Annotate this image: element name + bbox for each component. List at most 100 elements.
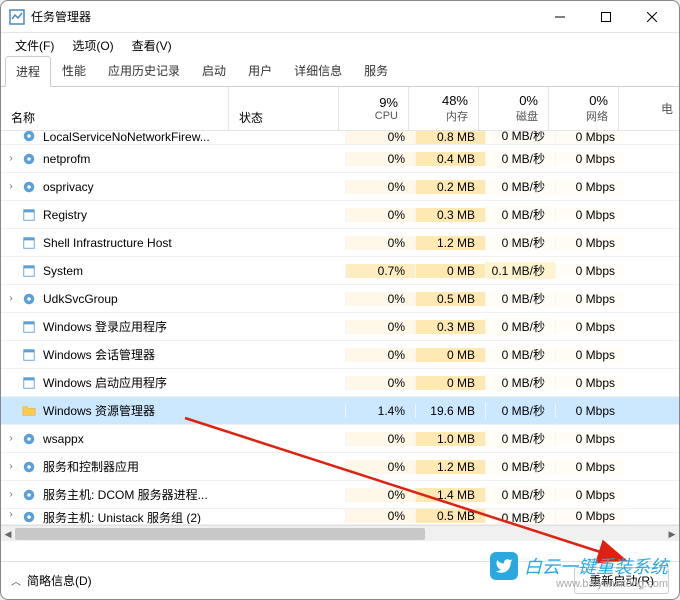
process-icon [21, 319, 37, 335]
memory-value: 0 MB [415, 348, 485, 362]
process-row[interactable]: ›服务和控制器应用0%1.2 MB0 MB/秒0 Mbps [1, 453, 679, 481]
process-icon [21, 375, 37, 391]
cpu-value: 0% [345, 376, 415, 390]
process-row[interactable]: ›wsappx0%1.0 MB0 MB/秒0 Mbps [1, 425, 679, 453]
cpu-value: 1.4% [345, 404, 415, 418]
col-status[interactable]: 状态 [229, 87, 339, 130]
process-row[interactable]: Shell Infrastructure Host0%1.2 MB0 MB/秒0… [1, 229, 679, 257]
process-row[interactable]: ›UdkSvcGroup0%0.5 MB0 MB/秒0 Mbps [1, 285, 679, 313]
process-row[interactable]: System0.7%0 MB0.1 MB/秒0 Mbps [1, 257, 679, 285]
network-value: 0 Mbps [555, 292, 625, 306]
process-icon [21, 431, 37, 447]
process-icon [21, 151, 37, 167]
process-icon [21, 403, 37, 419]
expander-icon[interactable]: › [1, 509, 21, 520]
network-value: 0 Mbps [555, 404, 625, 418]
process-icon [21, 347, 37, 363]
network-value: 0 Mbps [555, 432, 625, 446]
disk-value: 0 MB/秒 [485, 374, 555, 391]
process-row[interactable]: Windows 会话管理器0%0 MB0 MB/秒0 Mbps [1, 341, 679, 369]
col-cpu[interactable]: 9%CPU [339, 87, 409, 130]
disk-value: 0 MB/秒 [485, 318, 555, 335]
col-tail[interactable]: 电 [619, 87, 679, 130]
memory-value: 0 MB [415, 376, 485, 390]
titlebar[interactable]: 任务管理器 [1, 1, 679, 33]
memory-value: 0 MB [415, 264, 485, 278]
process-icon [21, 235, 37, 251]
maximize-button[interactable] [583, 2, 629, 32]
fewer-details-button[interactable]: ︿ 简略信息(D) [11, 572, 92, 589]
process-row[interactable]: ›服务主机: Unistack 服务组 (2)0%0.5 MB0 MB/秒0 M… [1, 509, 679, 525]
network-value: 0 Mbps [555, 509, 625, 523]
process-name: Registry [43, 208, 235, 222]
process-icon [21, 179, 37, 195]
cpu-value: 0% [345, 180, 415, 194]
tab-startup[interactable]: 启动 [191, 55, 237, 86]
disk-value: 0 MB/秒 [485, 206, 555, 223]
restart-button[interactable]: 重新启动(R) [574, 567, 669, 594]
process-row[interactable]: ›netprofm0%0.4 MB0 MB/秒0 Mbps [1, 145, 679, 173]
memory-value: 0.8 MB [415, 131, 485, 144]
menu-options[interactable]: 选项(O) [64, 35, 121, 56]
expander-icon[interactable]: › [1, 293, 21, 304]
process-row[interactable]: Windows 启动应用程序0%0 MB0 MB/秒0 Mbps [1, 369, 679, 397]
cpu-value: 0.7% [345, 264, 415, 278]
tab-services[interactable]: 服务 [353, 55, 399, 86]
menu-file[interactable]: 文件(F) [7, 35, 62, 56]
scroll-thumb[interactable] [15, 528, 425, 540]
expander-icon[interactable]: › [1, 433, 21, 444]
process-name: wsappx [43, 432, 235, 446]
memory-value: 1.4 MB [415, 488, 485, 502]
cpu-value: 0% [345, 236, 415, 250]
network-value: 0 Mbps [555, 236, 625, 250]
process-row[interactable]: LocalServiceNoNetworkFirew...0%0.8 MB0 M… [1, 131, 679, 145]
process-name: Windows 启动应用程序 [43, 374, 235, 391]
menu-view[interactable]: 查看(V) [124, 35, 180, 56]
horizontal-scrollbar[interactable]: ◀ ▶ [1, 525, 679, 541]
tab-performance[interactable]: 性能 [51, 55, 97, 86]
process-row[interactable]: ›服务主机: DCOM 服务器进程...0%1.4 MB0 MB/秒0 Mbps [1, 481, 679, 509]
disk-value: 0 MB/秒 [485, 234, 555, 251]
tab-details[interactable]: 详细信息 [283, 55, 353, 86]
disk-value: 0 MB/秒 [485, 486, 555, 503]
memory-value: 0.2 MB [415, 180, 485, 194]
tabbar: 进程 性能 应用历史记录 启动 用户 详细信息 服务 [1, 57, 679, 87]
process-grid: LocalServiceNoNetworkFirew...0%0.8 MB0 M… [1, 131, 679, 561]
close-button[interactable] [629, 2, 675, 32]
tab-users[interactable]: 用户 [237, 55, 283, 86]
process-name: Windows 会话管理器 [43, 346, 235, 363]
minimize-button[interactable] [537, 2, 583, 32]
process-row[interactable]: Windows 登录应用程序0%0.3 MB0 MB/秒0 Mbps [1, 313, 679, 341]
col-disk[interactable]: 0%磁盘 [479, 87, 549, 130]
network-value: 0 Mbps [555, 180, 625, 194]
network-value: 0 Mbps [555, 488, 625, 502]
process-name: osprivacy [43, 180, 235, 194]
network-value: 0 Mbps [555, 152, 625, 166]
col-network[interactable]: 0%网络 [549, 87, 619, 130]
col-name[interactable]: 名称 [1, 87, 229, 130]
expander-icon[interactable]: › [1, 181, 21, 192]
expander-icon[interactable]: › [1, 461, 21, 472]
expander-icon[interactable]: › [1, 153, 21, 164]
process-icon [21, 131, 37, 144]
process-name: Shell Infrastructure Host [43, 236, 235, 250]
scroll-left-icon[interactable]: ◀ [1, 526, 15, 542]
process-row[interactable]: Registry0%0.3 MB0 MB/秒0 Mbps [1, 201, 679, 229]
process-icon [21, 487, 37, 503]
app-icon [9, 9, 25, 25]
cpu-value: 0% [345, 432, 415, 446]
process-row[interactable]: Windows 资源管理器1.4%19.6 MB0 MB/秒0 Mbps [1, 397, 679, 425]
cpu-value: 0% [345, 460, 415, 474]
col-memory[interactable]: 48%内存 [409, 87, 479, 130]
scroll-right-icon[interactable]: ▶ [665, 526, 679, 542]
process-name: 服务主机: DCOM 服务器进程... [43, 486, 235, 503]
expander-icon[interactable]: › [1, 489, 21, 500]
window-title: 任务管理器 [31, 8, 537, 25]
column-headers: 名称 状态 9%CPU 48%内存 0%磁盘 0%网络 电 [1, 87, 679, 131]
disk-value: 0 MB/秒 [485, 290, 555, 307]
process-row[interactable]: ›osprivacy0%0.2 MB0 MB/秒0 Mbps [1, 173, 679, 201]
tab-app-history[interactable]: 应用历史记录 [97, 55, 191, 86]
footer: ︿ 简略信息(D) 重新启动(R) [1, 561, 679, 599]
process-icon [21, 263, 37, 279]
tab-processes[interactable]: 进程 [5, 56, 51, 87]
